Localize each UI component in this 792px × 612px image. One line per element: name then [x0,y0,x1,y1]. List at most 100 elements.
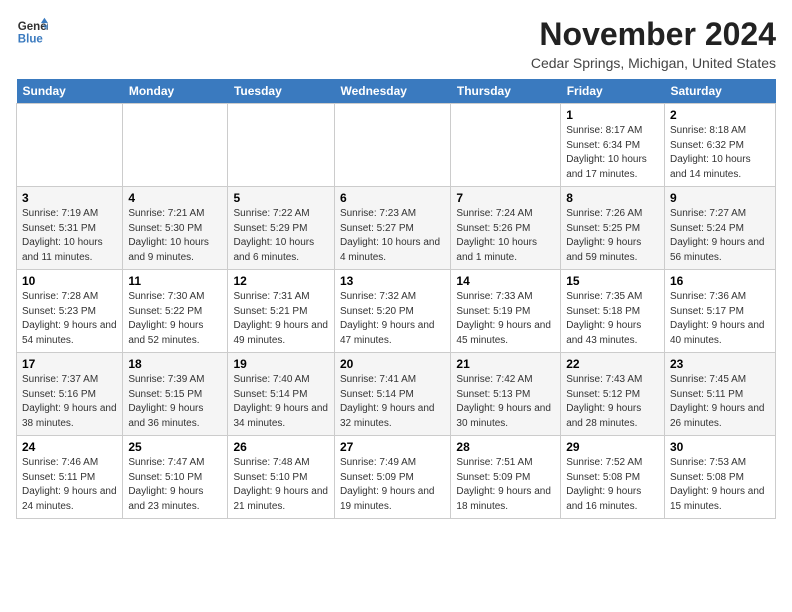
calendar-cell: 26 Sunrise: 7:48 AM Sunset: 5:10 PM Dayli… [228,436,334,519]
calendar-cell: 6 Sunrise: 7:23 AM Sunset: 5:27 PM Daylig… [334,187,450,270]
day-info: Sunrise: 7:19 AM Sunset: 5:31 PM Dayligh… [22,207,117,265]
day-number: 23 [670,357,770,371]
svg-text:Blue: Blue [18,34,44,46]
calendar-cell: 12 Sunrise: 7:31 AM Sunset: 5:21 PM Dayli… [228,270,334,353]
calendar-cell: 13Sunrise: 7:32 AM Sunset: 5:20 PM Dayli… [334,270,450,353]
calendar-cell: 28 Sunrise: 7:51 AM Sunset: 5:09 PM Dayli… [451,436,561,519]
calendar-cell: 14 Sunrise: 7:33 AM Sunset: 5:19 PM Dayli… [451,270,561,353]
day-info: Sunrise: 8:18 AM Sunset: 6:32 PM Dayligh… [670,124,770,182]
day-info: Sunrise: 7:46 AM Sunset: 5:11 PM Dayligh… [22,456,117,514]
calendar-cell: 25Sunrise: 7:47 AM Sunset: 5:10 PM Dayli… [123,436,228,519]
header-day-monday: Monday [123,79,228,104]
header-day-tuesday: Tuesday [228,79,334,104]
day-number: 17 [22,357,117,371]
day-info: Sunrise: 7:37 AM Sunset: 5:16 PM Dayligh… [22,373,117,431]
day-number: 30 [670,440,770,454]
day-info: Sunrise: 7:33 AM Sunset: 5:19 PM Dayligh… [456,290,555,348]
calendar-cell: 10 Sunrise: 7:28 AM Sunset: 5:23 PM Dayli… [17,270,123,353]
header-day-thursday: Thursday [451,79,561,104]
header-day-wednesday: Wednesday [334,79,450,104]
month-title: November 2024 [531,16,776,53]
title-area: November 2024 Cedar Springs, Michigan, U… [531,16,776,71]
calendar-cell: 22 Sunrise: 7:43 AM Sunset: 5:12 PM Dayli… [561,353,665,436]
day-info: Sunrise: 7:31 AM Sunset: 5:21 PM Dayligh… [233,290,328,348]
day-number: 20 [340,357,445,371]
day-number: 15 [566,274,659,288]
day-info: Sunrise: 7:53 AM Sunset: 5:08 PM Dayligh… [670,456,770,514]
day-info: Sunrise: 7:42 AM Sunset: 5:13 PM Dayligh… [456,373,555,431]
day-info: Sunrise: 7:27 AM Sunset: 5:24 PM Dayligh… [670,207,770,265]
calendar-cell: 29 Sunrise: 7:52 AM Sunset: 5:08 PM Dayli… [561,436,665,519]
day-info: Sunrise: 7:49 AM Sunset: 5:09 PM Dayligh… [340,456,445,514]
day-number: 9 [670,191,770,205]
day-number: 18 [128,357,222,371]
day-number: 8 [566,191,659,205]
day-number: 21 [456,357,555,371]
calendar-cell: 15 Sunrise: 7:35 AM Sunset: 5:18 PM Dayli… [561,270,665,353]
day-info: Sunrise: 7:43 AM Sunset: 5:12 PM Dayligh… [566,373,659,431]
day-info: Sunrise: 7:26 AM Sunset: 5:25 PM Dayligh… [566,207,659,265]
day-number: 24 [22,440,117,454]
day-number: 4 [128,191,222,205]
day-number: 19 [233,357,328,371]
day-number: 10 [22,274,117,288]
day-info: Sunrise: 7:39 AM Sunset: 5:15 PM Dayligh… [128,373,222,431]
calendar-cell: 5Sunrise: 7:22 AM Sunset: 5:29 PM Daylig… [228,187,334,270]
day-info: Sunrise: 7:28 AM Sunset: 5:23 PM Dayligh… [22,290,117,348]
day-info: Sunrise: 7:24 AM Sunset: 5:26 PM Dayligh… [456,207,555,265]
calendar-cell: 17 Sunrise: 7:37 AM Sunset: 5:16 PM Dayli… [17,353,123,436]
calendar-cell: 18 Sunrise: 7:39 AM Sunset: 5:15 PM Dayli… [123,353,228,436]
day-number: 1 [566,108,659,122]
day-info: Sunrise: 7:52 AM Sunset: 5:08 PM Dayligh… [566,456,659,514]
day-info: Sunrise: 8:17 AM Sunset: 6:34 PM Dayligh… [566,124,659,182]
calendar-cell: 20 Sunrise: 7:41 AM Sunset: 5:14 PM Dayli… [334,353,450,436]
calendar-table: SundayMondayTuesdayWednesdayThursdayFrid… [16,79,776,519]
day-info: Sunrise: 7:23 AM Sunset: 5:27 PM Dayligh… [340,207,445,265]
day-info: Sunrise: 7:45 AM Sunset: 5:11 PM Dayligh… [670,373,770,431]
calendar-cell: 16Sunrise: 7:36 AM Sunset: 5:17 PM Dayli… [664,270,775,353]
day-number: 16 [670,274,770,288]
calendar-cell: 24 Sunrise: 7:46 AM Sunset: 5:11 PM Dayli… [17,436,123,519]
day-number: 22 [566,357,659,371]
day-info: Sunrise: 7:21 AM Sunset: 5:30 PM Dayligh… [128,207,222,265]
calendar-week-row: 24 Sunrise: 7:46 AM Sunset: 5:11 PM Dayli… [17,436,776,519]
day-number: 3 [22,191,117,205]
day-number: 7 [456,191,555,205]
calendar-cell [451,104,561,187]
day-number: 26 [233,440,328,454]
calendar-cell: 19Sunrise: 7:40 AM Sunset: 5:14 PM Dayli… [228,353,334,436]
calendar-cell: 30 Sunrise: 7:53 AM Sunset: 5:08 PM Dayli… [664,436,775,519]
day-number: 28 [456,440,555,454]
calendar-cell: 11 Sunrise: 7:30 AM Sunset: 5:22 PM Dayli… [123,270,228,353]
page-header: General Blue November 2024 Cedar Springs… [16,16,776,71]
day-number: 11 [128,274,222,288]
calendar-week-row: 1 Sunrise: 8:17 AM Sunset: 6:34 PM Daylig… [17,104,776,187]
calendar-cell: 9 Sunrise: 7:27 AM Sunset: 5:24 PM Daylig… [664,187,775,270]
calendar-cell: 1 Sunrise: 8:17 AM Sunset: 6:34 PM Daylig… [561,104,665,187]
day-info: Sunrise: 7:48 AM Sunset: 5:10 PM Dayligh… [233,456,328,514]
day-number: 29 [566,440,659,454]
day-number: 14 [456,274,555,288]
day-number: 5 [233,191,328,205]
calendar-cell [228,104,334,187]
location-title: Cedar Springs, Michigan, United States [531,55,776,71]
calendar-week-row: 3 Sunrise: 7:19 AM Sunset: 5:31 PM Daylig… [17,187,776,270]
day-info: Sunrise: 7:35 AM Sunset: 5:18 PM Dayligh… [566,290,659,348]
header-day-friday: Friday [561,79,665,104]
calendar-cell [334,104,450,187]
calendar-cell: 7 Sunrise: 7:24 AM Sunset: 5:26 PM Daylig… [451,187,561,270]
calendar-cell: 3 Sunrise: 7:19 AM Sunset: 5:31 PM Daylig… [17,187,123,270]
calendar-week-row: 10 Sunrise: 7:28 AM Sunset: 5:23 PM Dayli… [17,270,776,353]
calendar-cell [123,104,228,187]
day-number: 12 [233,274,328,288]
calendar-cell: 8 Sunrise: 7:26 AM Sunset: 5:25 PM Daylig… [561,187,665,270]
day-info: Sunrise: 7:51 AM Sunset: 5:09 PM Dayligh… [456,456,555,514]
header-day-sunday: Sunday [17,79,123,104]
day-number: 13 [340,274,445,288]
day-number: 27 [340,440,445,454]
day-info: Sunrise: 7:41 AM Sunset: 5:14 PM Dayligh… [340,373,445,431]
day-number: 25 [128,440,222,454]
day-number: 6 [340,191,445,205]
calendar-cell: 23 Sunrise: 7:45 AM Sunset: 5:11 PM Dayli… [664,353,775,436]
day-info: Sunrise: 7:30 AM Sunset: 5:22 PM Dayligh… [128,290,222,348]
